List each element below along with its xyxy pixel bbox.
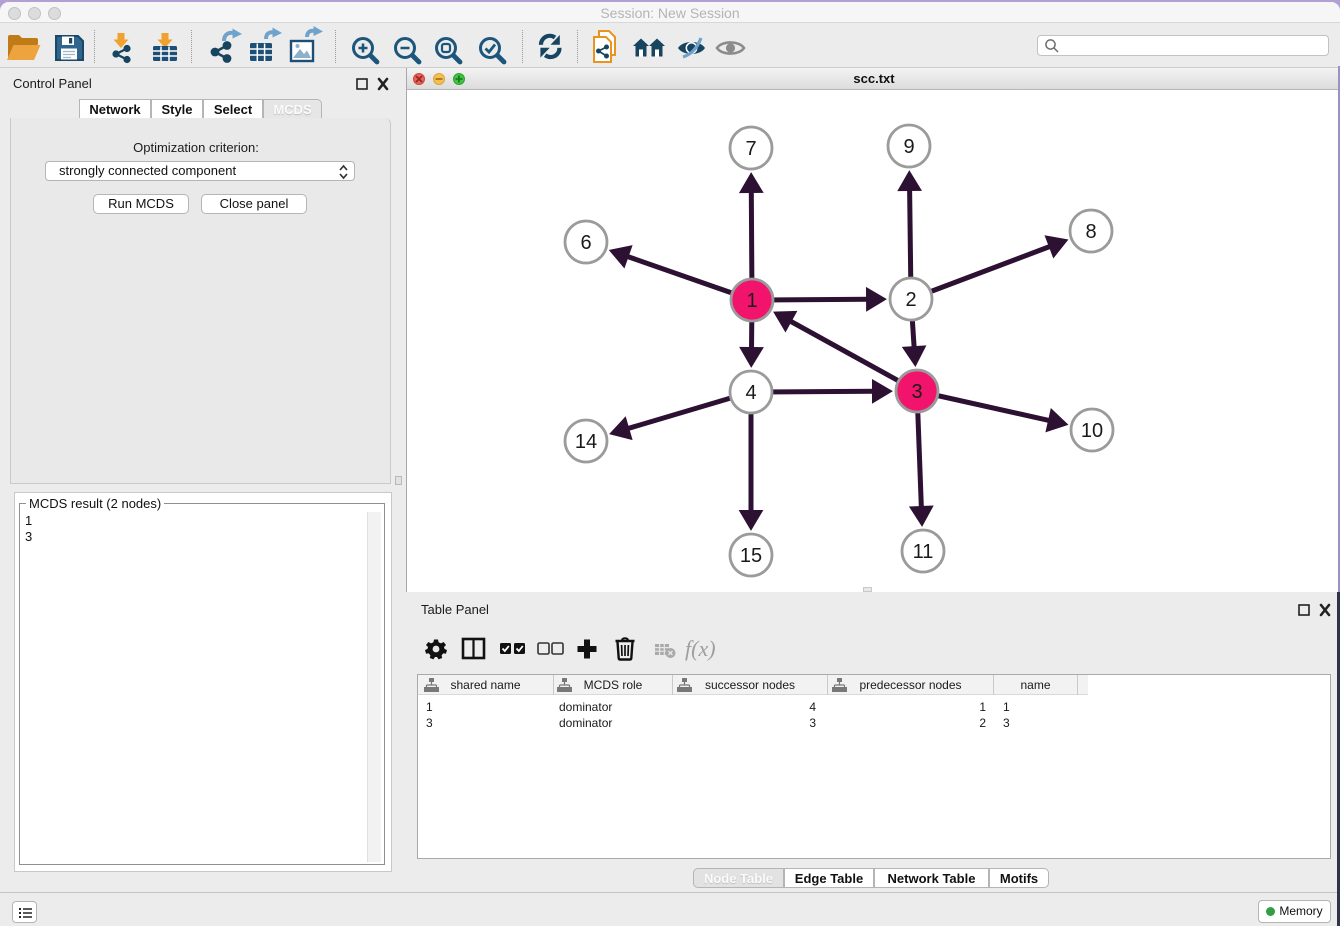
svg-text:2: 2 (905, 289, 916, 311)
svg-text:3: 3 (911, 381, 922, 403)
svg-text:11: 11 (913, 541, 934, 563)
svg-text:15: 15 (740, 545, 762, 567)
svg-text:6: 6 (580, 232, 591, 254)
svg-text:4: 4 (745, 382, 756, 404)
svg-text:1: 1 (746, 290, 757, 312)
svg-text:10: 10 (1081, 420, 1103, 442)
svg-text:f(x): f(x) (685, 636, 716, 661)
svg-text:7: 7 (745, 138, 756, 160)
svg-text:14: 14 (575, 431, 597, 453)
svg-text:8: 8 (1085, 221, 1096, 243)
svg-text:9: 9 (903, 136, 914, 158)
